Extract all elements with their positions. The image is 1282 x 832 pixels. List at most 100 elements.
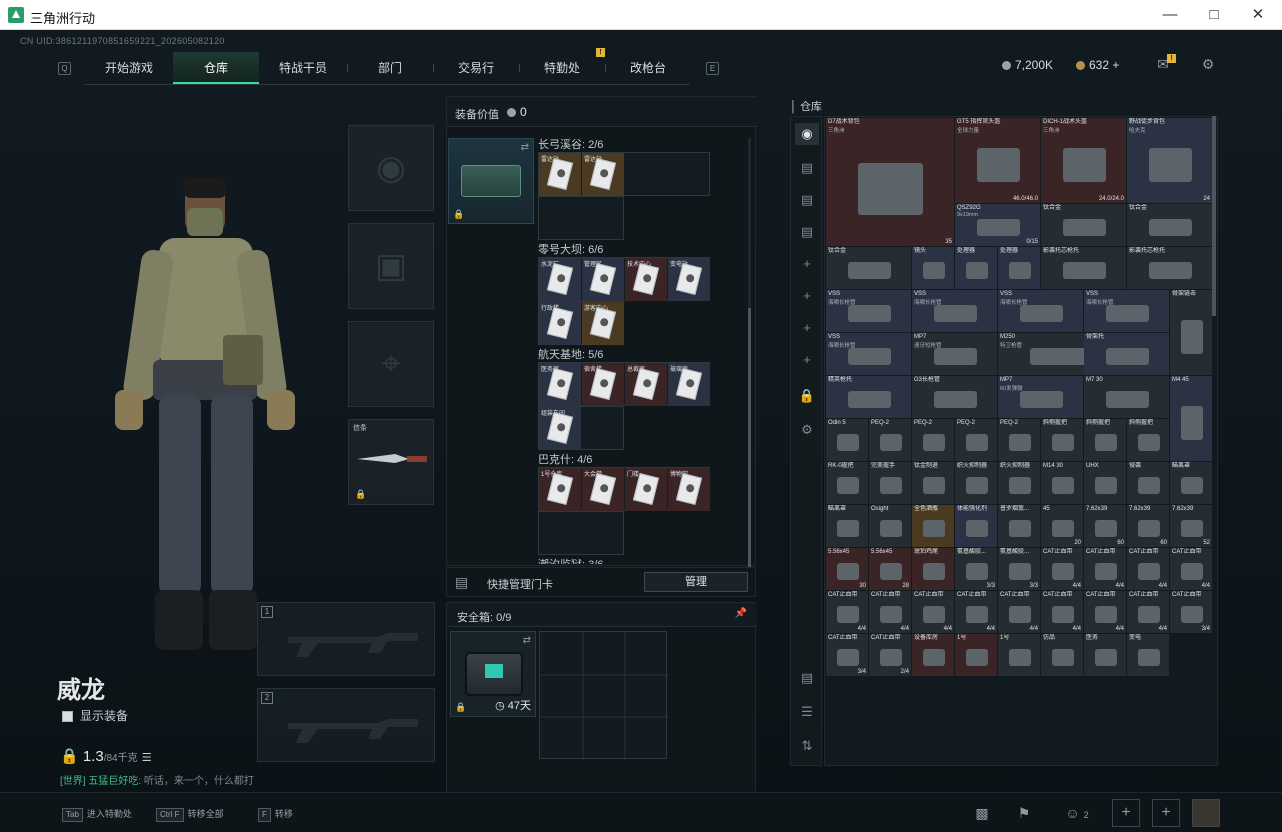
warehouse-item[interactable]: 变电 [1127,634,1169,676]
warehouse-scrollbar[interactable] [1212,116,1216,316]
keycard-item[interactable]: 总裁室 [625,363,667,406]
warehouse-item[interactable]: 处理器 [955,247,997,289]
warehouse-item[interactable]: PEQ-2 [955,419,997,461]
close-button[interactable]: ✕ [1244,4,1272,26]
warehouse-item[interactable]: Osight [869,505,911,547]
warehouse-item[interactable]: 钛金制退 [912,462,954,504]
keycard-item[interactable]: 管理区 [582,258,624,301]
add-tab-icon[interactable]: + [795,349,819,371]
warehouse-item[interactable]: CAT止血带 4/4 [955,591,997,633]
warehouse-item[interactable]: 普罗烟熏... [998,505,1040,547]
warehouse-item[interactable]: D7战术背包 三角洲 35 [826,118,954,246]
chat-line[interactable]: [世界] 五猛巨好吃: 听话，来一个，什么都打 [60,772,254,787]
keycard-item[interactable]: 变电站 [668,258,710,301]
add-tab-icon[interactable]: + [795,317,819,339]
secondary-weapon-slot[interactable]: 2 [257,688,435,762]
sort-icon[interactable]: ⇅ [795,735,819,757]
warehouse-item[interactable]: 7.62x39 60 [1084,505,1126,547]
warehouse-item[interactable]: 钛合金 [1127,204,1212,246]
warehouse-item[interactable]: GT5 指挥官头盔 全球力量 46.0/46.0 [955,118,1040,203]
warehouse-item[interactable]: 完美握手 [869,462,911,504]
keycard-item[interactable]: 宿舍楼 [582,363,624,406]
invite-slot-button[interactable]: + [1112,799,1140,827]
profile-card-icon[interactable]: ▤ [795,667,819,689]
warehouse-item[interactable]: QSZ92G 9x19mm 0/15 [955,204,1040,246]
settings-gear-icon[interactable]: ⚙ [1198,56,1218,74]
primary-weapon-slot[interactable]: 1 [257,602,435,676]
knife-slot[interactable]: 信条 🔒 [348,419,434,505]
player-avatar[interactable] [1192,799,1220,827]
hint-enter-special-ops[interactable]: Tab 进入特勤处 [62,804,132,824]
keycard-item[interactable]: 雷达站 [539,153,581,196]
warehouse-item[interactable]: CAT止血带 4/4 [1127,591,1169,633]
category-tab-2-icon[interactable]: ▤ [795,189,819,211]
warehouse-item[interactable]: CAT止血带 4/4 [998,591,1040,633]
warehouse-item[interactable]: 7.62x39 52 [1170,505,1212,547]
keycard-item[interactable]: 医务室 [539,363,581,406]
warehouse-grid[interactable]: D7战术背包 三角洲 35 GT5 指挥官头盔 全球力量 46.0/46.0 DICH-1战… [824,116,1218,766]
warehouse-item[interactable]: CAT止血带 4/4 [1041,591,1083,633]
scrollbar-thumb[interactable] [748,308,751,568]
warehouse-item[interactable]: CAT止血带 3/4 [1170,591,1212,633]
warehouse-item[interactable]: 体能强化剂 [955,505,997,547]
tab-start-game[interactable]: 开始游戏 [85,52,173,84]
stats-icon[interactable]: ▩ [968,799,996,827]
keycard-item[interactable]: 大会堂 [582,468,624,511]
armor-slot[interactable]: ▣ [348,223,434,309]
warehouse-item[interactable]: CAT止血带 4/4 [1170,548,1212,590]
warehouse-item[interactable]: 钛合金 [1041,204,1126,246]
flag-icon[interactable]: ⚑ [1010,799,1038,827]
warehouse-item[interactable]: 仿品 [1041,634,1083,676]
warehouse-item[interactable]: MP7 速牙短枪管 [912,333,997,375]
warehouse-item[interactable]: 钛合金 [826,247,911,289]
warehouse-item[interactable]: 7.62x39 60 [1127,505,1169,547]
warehouse-item[interactable]: 织火抑制器 [955,462,997,504]
swap-icon[interactable]: ⇄ [523,635,531,646]
warehouse-item[interactable]: VSS 海啸长枪管 [826,333,911,375]
keycard-item[interactable]: 博物馆 [668,468,710,511]
warehouse-item[interactable]: 骨架托 [1084,333,1169,375]
warehouse-item[interactable]: CAT止血带 4/4 [826,591,868,633]
warehouse-item[interactable]: 设备库房 [912,634,954,676]
tab-trading[interactable]: 交易行 [433,52,519,84]
settings-gear-icon[interactable]: ⚙ [795,419,819,441]
keycard-item[interactable]: 组装车间 [539,407,581,450]
warehouse-item[interactable]: Odin 5 [826,419,868,461]
warehouse-item[interactable]: CAT止血带 4/4 [1084,591,1126,633]
warehouse-item[interactable]: 瞄离罩 [1170,462,1212,504]
warehouse-item[interactable]: 影袭托芯枪托 [1041,247,1126,289]
gold-currency[interactable]: 632 + [1076,58,1119,72]
warehouse-item[interactable]: 全色酒瓶 [912,505,954,547]
warehouse-item[interactable]: 处理器 [998,247,1040,289]
add-tab-icon[interactable]: + [795,253,819,275]
warehouse-item[interactable]: M7 30 [1084,376,1169,418]
maximize-button[interactable]: □ [1200,4,1228,26]
list-icon[interactable]: ☰ [142,752,152,764]
safe-box-slot[interactable]: ⇄ 🔒 ◷ 47天 [450,631,536,717]
swap-icon[interactable]: ⇄ [521,142,529,153]
pin-icon[interactable]: 📌 [735,608,747,619]
warehouse-item[interactable]: CAT止血带 4/4 [869,591,911,633]
tab-gunsmith[interactable]: 改枪台 [605,52,691,84]
keycard-holder-slot[interactable]: ⇄ 🔒 [448,138,534,224]
warehouse-item[interactable]: 氨基酸胶... 3/3 [955,548,997,590]
keycard-item[interactable]: 行政楼 [539,302,581,345]
warehouse-item[interactable]: VSS 海啸长枪管 [998,290,1083,332]
keycard-item[interactable]: 技术中心 [625,258,667,301]
warehouse-item[interactable]: 野战徒步背包 哈夫克 24 [1127,118,1212,203]
warehouse-item[interactable]: 影袭托芯枪托 [1127,247,1212,289]
tab-operators[interactable]: 特战干员 [259,52,347,84]
warehouse-item[interactable]: MP7 60发弹鼓 [998,376,1083,418]
warehouse-item[interactable]: 斜侧握把 [1041,419,1083,461]
warehouse-item[interactable]: CAT止血带 4/4 [1041,548,1083,590]
invite-slot-button[interactable]: + [1152,799,1180,827]
show-equipment-toggle[interactable]: 显示装备 [62,707,128,724]
warehouse-item[interactable]: 瞄离罩 [826,505,868,547]
warehouse-item[interactable]: PEQ-2 [869,419,911,461]
category-tab-3-icon[interactable]: ▤ [795,221,819,243]
warehouse-item[interactable]: M14 30 [1041,462,1083,504]
tab-warehouse[interactable]: 仓库 [173,52,259,84]
warehouse-item[interactable]: VSS 海啸长枪管 [912,290,997,332]
keycard-item[interactable]: 水泥厂 [539,258,581,301]
warehouse-item[interactable]: 骨架链击 [1170,290,1212,375]
